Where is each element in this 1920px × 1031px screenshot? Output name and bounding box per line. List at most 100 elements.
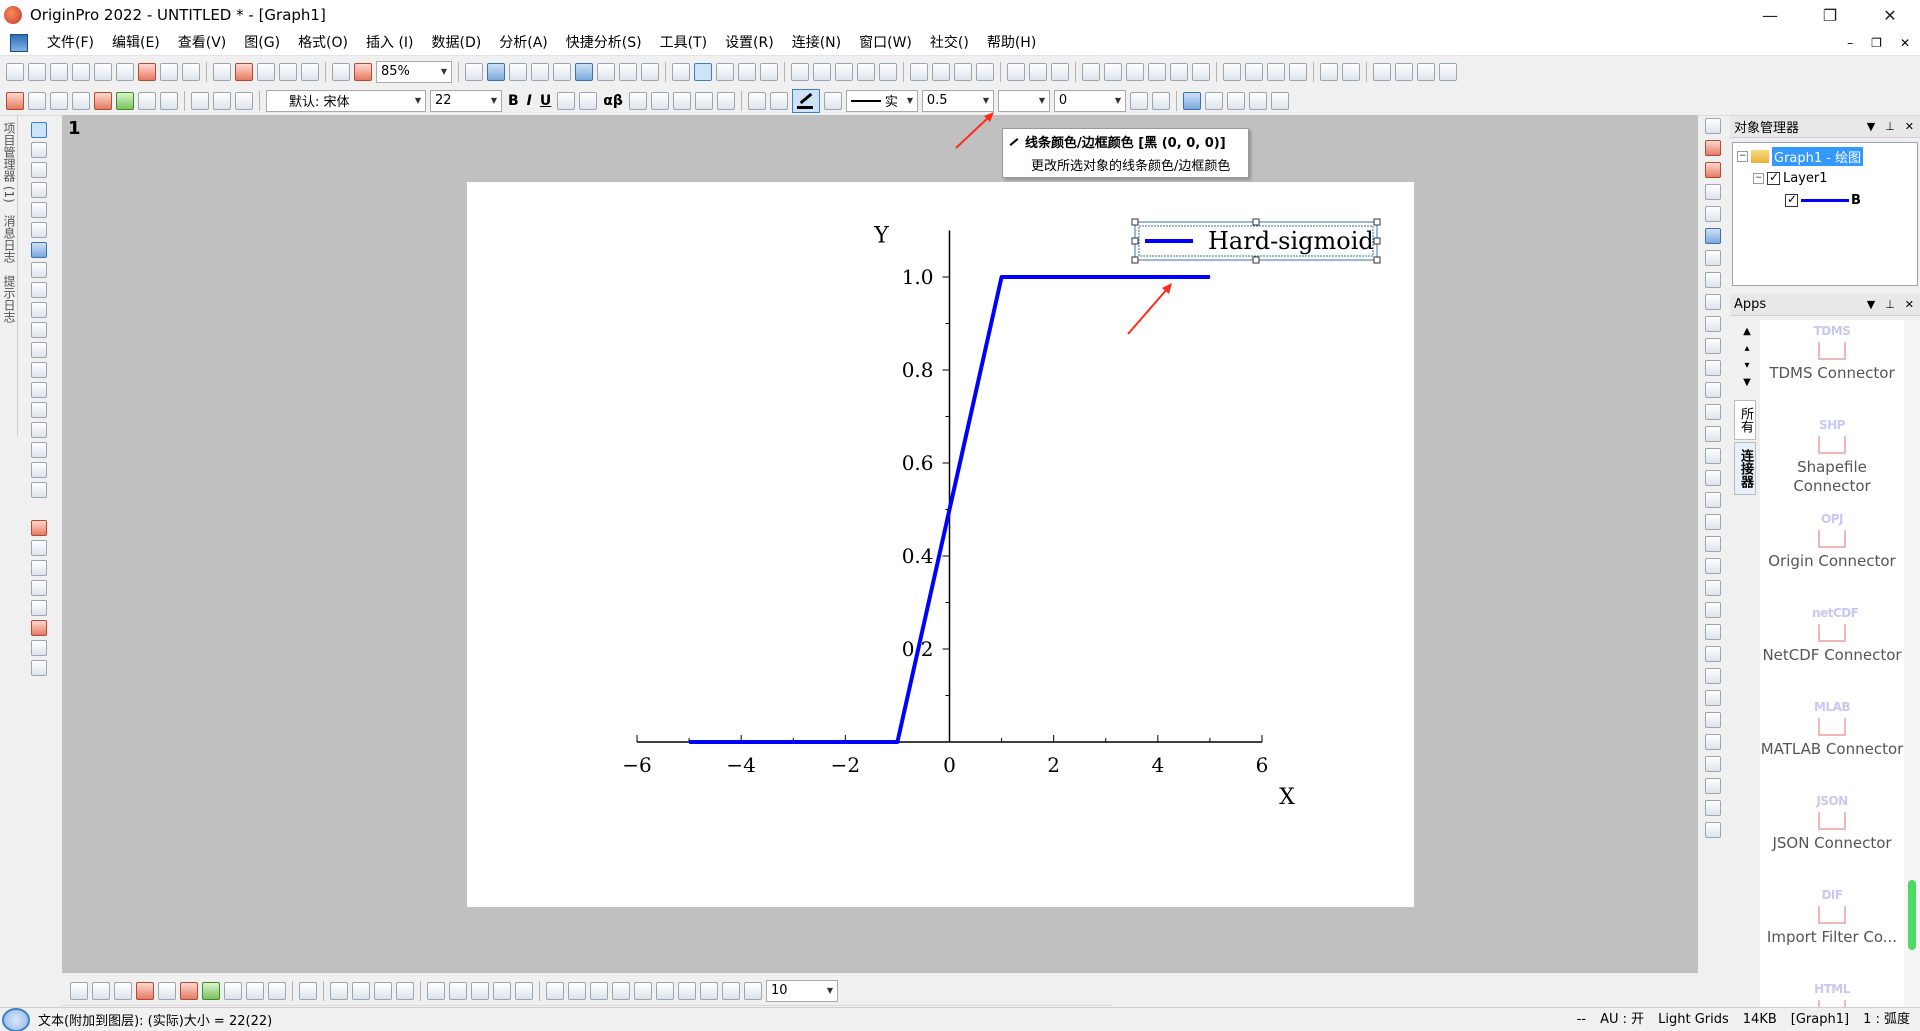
menu-connect[interactable]: 连接(N) bbox=[783, 30, 850, 56]
app-item[interactable]: SHP Shapefile Connector bbox=[1760, 414, 1904, 508]
open-icon[interactable] bbox=[213, 62, 231, 81]
matlab-icon[interactable] bbox=[1182, 91, 1201, 110]
menu-edit[interactable]: 编辑(E) bbox=[103, 30, 169, 56]
extract-layers-icon[interactable] bbox=[94, 91, 112, 110]
menu-data[interactable]: 数据(D) bbox=[423, 30, 491, 56]
project-explorer-icon[interactable] bbox=[597, 62, 615, 81]
text-tool-icon[interactable] bbox=[31, 302, 47, 318]
zoom-combo[interactable]: 85% ▼ bbox=[376, 60, 452, 83]
tab-hints-log[interactable]: 提示日志 bbox=[0, 269, 18, 329]
minimize-button[interactable]: — bbox=[1740, 0, 1800, 30]
stat-plot-icon[interactable] bbox=[180, 981, 198, 1000]
menu-settings[interactable]: 设置(R) bbox=[716, 30, 783, 56]
layer-management-icon[interactable] bbox=[28, 91, 46, 110]
insert-table-icon[interactable] bbox=[31, 580, 47, 596]
y-axis-title[interactable]: Y bbox=[873, 224, 889, 249]
save-window-icon[interactable] bbox=[279, 62, 297, 81]
app-item[interactable]: MLAB MATLAB Connector bbox=[1760, 696, 1904, 790]
menu-quick-analysis[interactable]: 快捷分析(S) bbox=[557, 30, 651, 56]
app-status-icon[interactable] bbox=[2, 1007, 30, 1031]
pattern-combo[interactable]: ▼ bbox=[997, 89, 1050, 112]
screen-reader-icon[interactable] bbox=[31, 182, 47, 198]
draw-data-icon[interactable] bbox=[31, 282, 47, 298]
legend-resize-handle[interactable] bbox=[1252, 218, 1260, 226]
menu-analysis[interactable]: 分析(A) bbox=[490, 30, 557, 56]
last-icon[interactable] bbox=[1289, 62, 1307, 81]
panel-close-icon[interactable]: ✕ bbox=[1905, 294, 1914, 316]
filter-settings-icon[interactable] bbox=[1051, 62, 1069, 81]
menu-file[interactable]: 文件(F) bbox=[38, 30, 103, 56]
arrange-a-icon[interactable] bbox=[546, 981, 564, 1000]
menu-help[interactable]: 帮助(H) bbox=[978, 30, 1045, 56]
arrow-right-icon[interactable] bbox=[1373, 62, 1391, 81]
x-axis-title[interactable]: X bbox=[1279, 785, 1295, 810]
table-icon[interactable] bbox=[1151, 91, 1170, 110]
scroll-top-icon[interactable]: ▲ bbox=[1743, 326, 1751, 337]
legend-resize-handle[interactable] bbox=[1131, 218, 1139, 226]
app-item[interactable]: HTML bbox=[1760, 978, 1904, 1010]
first-icon[interactable] bbox=[1223, 62, 1241, 81]
tree-node-graph[interactable]: − Graph1 - 绘图 bbox=[1733, 145, 1917, 167]
offset-combo[interactable]: 0 ▼ bbox=[1053, 89, 1126, 112]
arrange-c-icon[interactable] bbox=[590, 981, 608, 1000]
3d-surface-icon[interactable] bbox=[299, 981, 317, 1000]
same-size-icon[interactable] bbox=[1705, 690, 1721, 706]
new-graph-icon[interactable] bbox=[72, 62, 90, 81]
arrange-f-icon[interactable] bbox=[656, 981, 674, 1000]
distribute-v-icon[interactable] bbox=[1705, 624, 1721, 640]
app-item[interactable]: OPJ Origin Connector bbox=[1760, 508, 1904, 602]
collapse-icon[interactable]: − bbox=[1753, 172, 1764, 184]
app-item[interactable]: JSON JSON Connector bbox=[1760, 790, 1904, 884]
chart[interactable]: −6 −4 −2 0 2 4 60.20.40.60.81.0XY Hard-sigmoid bbox=[467, 182, 1414, 907]
arrow-next-icon[interactable] bbox=[1417, 62, 1435, 81]
arrange-e-icon[interactable] bbox=[634, 981, 652, 1000]
scroll-bottom-icon[interactable]: ▼ bbox=[1743, 377, 1751, 388]
text-rotate-icon[interactable] bbox=[694, 91, 713, 110]
palette-icon[interactable] bbox=[760, 62, 778, 81]
legend-resize-handle[interactable] bbox=[1131, 237, 1139, 245]
menu-graph[interactable]: 图(G) bbox=[235, 30, 289, 56]
rescale-icon[interactable] bbox=[694, 62, 712, 81]
ungroup-objects-icon[interactable] bbox=[1705, 734, 1721, 750]
sort-icon[interactable] bbox=[879, 62, 897, 81]
rectangle-tool-icon[interactable] bbox=[31, 382, 47, 398]
set-error-icon[interactable] bbox=[1170, 62, 1188, 81]
tab-messages-log[interactable]: 消息日志 bbox=[0, 209, 18, 269]
front-back-icon[interactable] bbox=[1270, 91, 1289, 110]
3d-rotate-icon[interactable] bbox=[330, 981, 348, 1000]
status-angle-unit[interactable]: 1 : 弧度 bbox=[1863, 1008, 1910, 1031]
area-plot-icon[interactable] bbox=[202, 981, 220, 1000]
mask-icon[interactable] bbox=[31, 262, 47, 278]
arrange-g-icon[interactable] bbox=[678, 981, 696, 1000]
layer-icon[interactable] bbox=[31, 640, 47, 656]
grid-layout-2-icon[interactable] bbox=[1705, 294, 1721, 310]
text-align-icon[interactable] bbox=[672, 91, 691, 110]
axis-box-icon[interactable] bbox=[1705, 426, 1721, 442]
line-width-combo[interactable]: 0.5 ▼ bbox=[921, 89, 994, 112]
legend-resize-handle[interactable] bbox=[1373, 218, 1381, 226]
scatter-plot-icon[interactable] bbox=[92, 981, 110, 1000]
data-table-icon[interactable] bbox=[716, 62, 734, 81]
swap-axis-icon[interactable] bbox=[1705, 206, 1721, 222]
rescale-axis-icon[interactable] bbox=[1705, 140, 1721, 156]
results-log-icon[interactable] bbox=[619, 62, 637, 81]
status-autoupdate[interactable]: AU : 开 bbox=[1600, 1008, 1644, 1031]
scroll-down-icon[interactable]: ▾ bbox=[1744, 360, 1749, 371]
pin-icon[interactable]: ⊥ bbox=[1885, 116, 1895, 138]
apps-scroll-thumb[interactable] bbox=[1908, 880, 1916, 950]
new-matrix-icon[interactable] bbox=[94, 62, 112, 81]
front-icon[interactable] bbox=[1705, 756, 1721, 772]
grid-layout-icon[interactable] bbox=[1705, 272, 1721, 288]
pattern-color-icon[interactable] bbox=[769, 91, 788, 110]
list-icon[interactable] bbox=[31, 600, 47, 616]
region-of-interest-icon[interactable] bbox=[31, 242, 47, 258]
distribute-icon[interactable] bbox=[1226, 91, 1245, 110]
3d-grid-icon[interactable] bbox=[374, 981, 392, 1000]
arrange-i-icon[interactable] bbox=[722, 981, 740, 1000]
hand-tool-icon[interactable] bbox=[31, 402, 47, 418]
align-right-icon[interactable] bbox=[1705, 514, 1721, 530]
font-name-combo[interactable]: 默认: 宋体 ▼ bbox=[266, 89, 426, 112]
distribute-h-icon[interactable] bbox=[1705, 602, 1721, 618]
new-workbook-icon[interactable] bbox=[50, 62, 68, 81]
copy-icon[interactable] bbox=[213, 91, 231, 110]
